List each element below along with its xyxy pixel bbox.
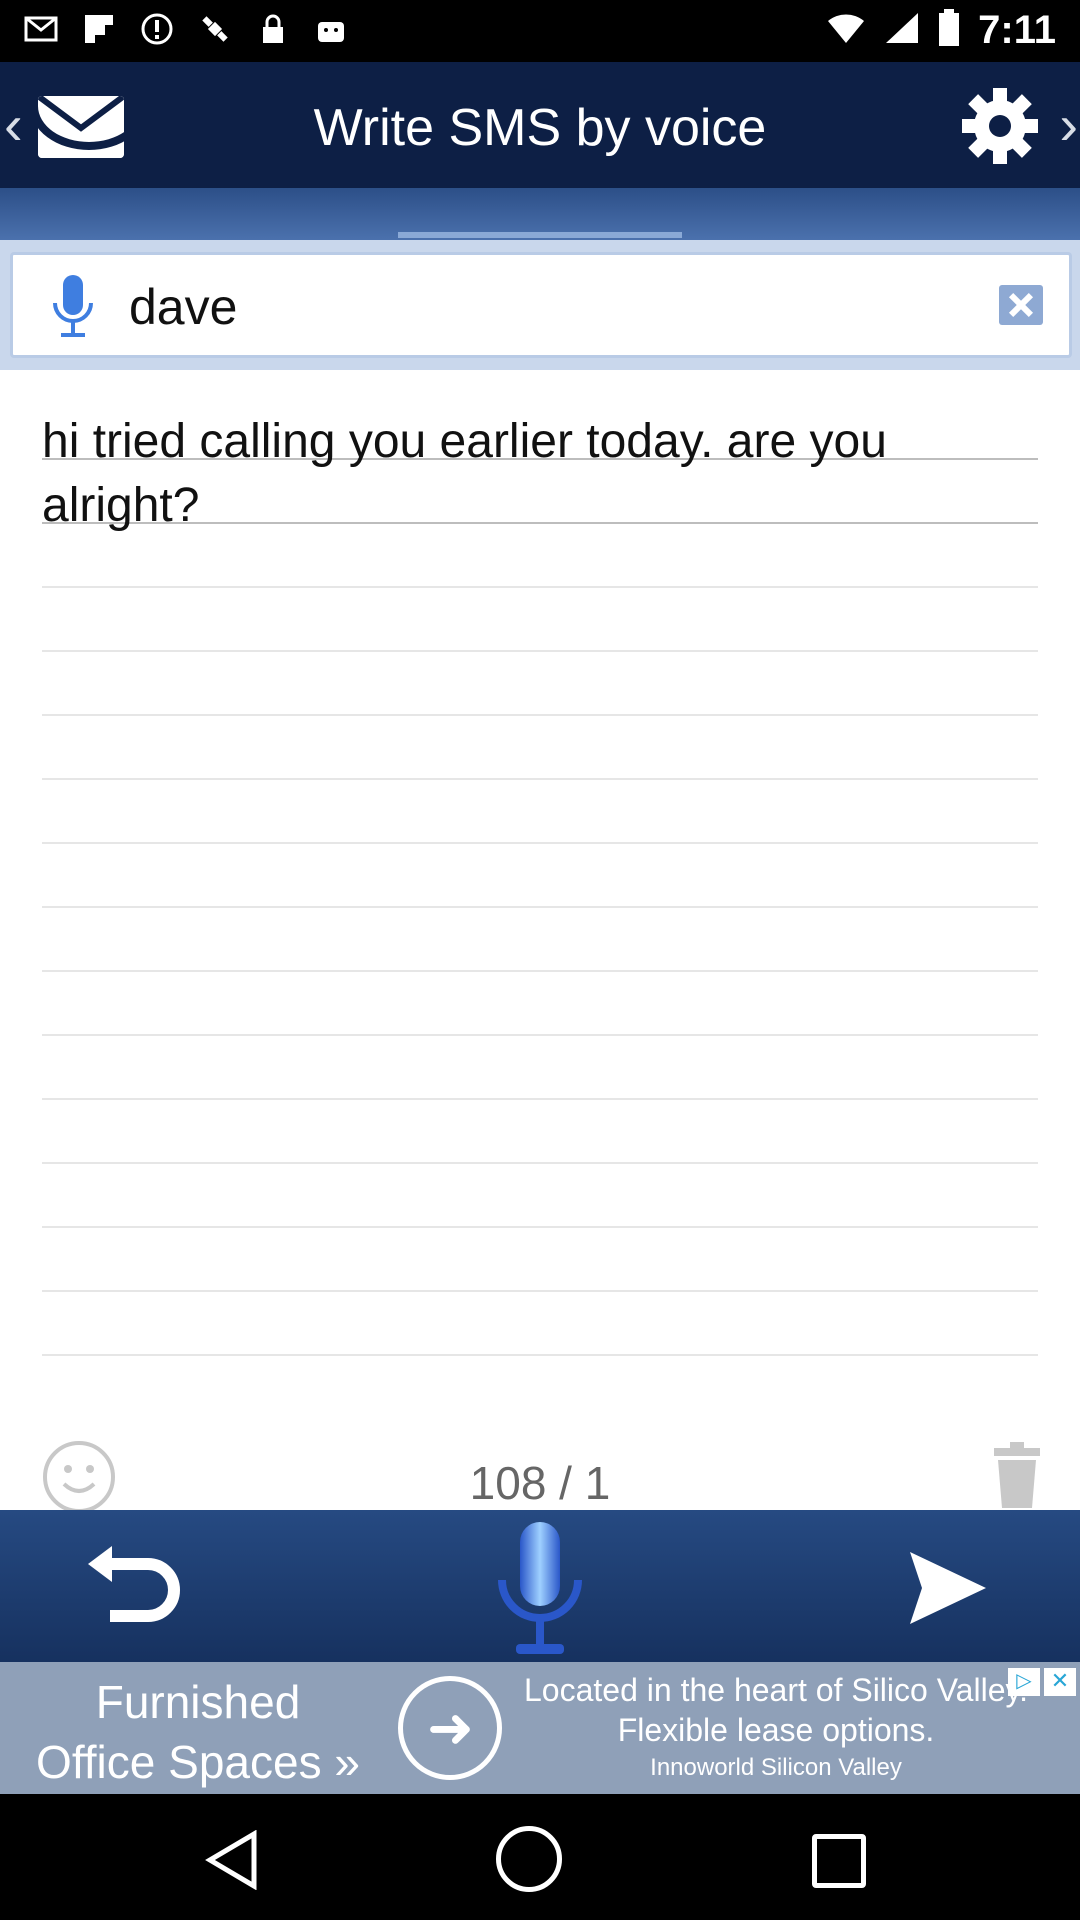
- recipient-field: [10, 252, 1072, 358]
- send-icon[interactable]: [908, 1550, 988, 1626]
- flipboard-icon: [82, 12, 116, 46]
- system-nav-bar: [0, 1794, 1080, 1920]
- signal-icon: [884, 11, 920, 50]
- battery-icon: [938, 9, 960, 52]
- trash-icon[interactable]: [992, 1442, 1042, 1510]
- gear-icon[interactable]: [958, 84, 1042, 168]
- ad-banner[interactable]: Furnished Office Spaces » Located in the…: [0, 1662, 1080, 1794]
- alert-icon: [140, 12, 174, 46]
- message-text[interactable]: hi tried calling you earlier today. are …: [42, 410, 1038, 538]
- recent-apps-icon[interactable]: [812, 1834, 866, 1888]
- lock-icon: [256, 12, 290, 46]
- chevron-right-icon[interactable]: ›: [1059, 90, 1078, 160]
- satellite-icon: [198, 12, 232, 46]
- page-title: Write SMS by voice: [313, 99, 767, 157]
- arrow-right-icon[interactable]: [398, 1676, 502, 1780]
- ad-info-icon[interactable]: ▷: [1008, 1668, 1040, 1696]
- ad-sponsor: Innoworld Silicon Valley: [650, 1754, 902, 1781]
- record-voice-button[interactable]: [494, 1520, 586, 1660]
- app-header: ‹ Write SMS by voice ›: [0, 62, 1080, 188]
- bottom-toolbar: [0, 1510, 1080, 1662]
- message-footer: 108 / 1: [0, 1410, 1080, 1513]
- ruled-lines: [42, 396, 1038, 1356]
- ad-close-icon[interactable]: ✕: [1044, 1668, 1076, 1696]
- home-nav-icon[interactable]: [496, 1826, 562, 1892]
- microphone-icon[interactable]: [41, 273, 105, 343]
- tab-indicator: [398, 232, 682, 238]
- wifi-icon: [826, 11, 866, 50]
- message-area[interactable]: hi tried calling you earlier today. are …: [0, 370, 1080, 1513]
- android-icon: [314, 12, 348, 46]
- tab-strip: [0, 188, 1080, 240]
- ad-description: Located in the heart of Silico Valley. F…: [524, 1672, 1028, 1748]
- recipient-section: [0, 240, 1080, 370]
- recipient-input[interactable]: [129, 267, 969, 347]
- message-notification-icon: [24, 12, 58, 46]
- character-counter: 108 / 1: [469, 1457, 611, 1509]
- status-time: 7:11: [978, 8, 1056, 52]
- status-bar: 7:11: [0, 0, 1080, 62]
- clear-recipient-button[interactable]: [999, 285, 1043, 325]
- undo-icon[interactable]: [86, 1546, 180, 1632]
- back-nav-icon[interactable]: [202, 1829, 262, 1891]
- ad-headline: Furnished Office Spaces »: [36, 1676, 360, 1788]
